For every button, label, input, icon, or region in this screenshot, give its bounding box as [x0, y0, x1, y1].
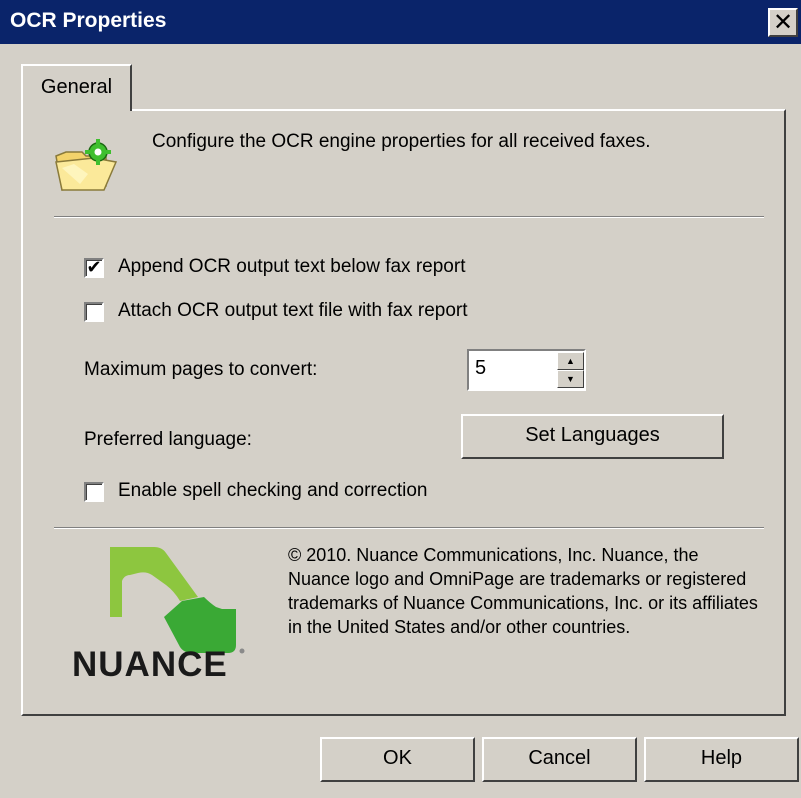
separator — [54, 216, 764, 218]
spell-check-checkbox[interactable] — [84, 482, 104, 502]
max-pages-value[interactable]: 5 — [475, 357, 486, 380]
nuance-logo-text: NUANCE — [72, 645, 228, 683]
arrow-up-icon: ▲ — [566, 356, 575, 366]
append-ocr-checkbox[interactable]: ✔ — [84, 258, 104, 278]
attach-ocr-checkbox[interactable] — [84, 302, 104, 322]
spell-check-label: Enable spell checking and correction — [118, 480, 428, 501]
nuance-logo: NUANCE — [72, 547, 245, 683]
preferred-language-label: Preferred language: — [84, 429, 252, 450]
max-pages-stepper[interactable]: 5 ▲ ▼ — [467, 349, 586, 391]
tab-general[interactable]: General — [21, 64, 132, 111]
max-pages-label: Maximum pages to convert: — [84, 359, 318, 380]
spin-up-button[interactable]: ▲ — [557, 352, 584, 370]
title-bar[interactable]: OCR Properties ✕ — [0, 0, 801, 44]
description-text: Configure the OCR engine properties for … — [152, 131, 651, 152]
help-button[interactable]: Help — [644, 737, 799, 782]
copyright-text: © 2010. Nuance Communications, Inc. Nuan… — [288, 545, 758, 637]
spin-down-button[interactable]: ▼ — [557, 370, 584, 388]
append-ocr-label: Append OCR output text below fax report — [118, 256, 466, 277]
separator — [54, 527, 764, 529]
attach-ocr-label: Attach OCR output text file with fax rep… — [118, 300, 468, 321]
window-title: OCR Properties — [10, 9, 167, 32]
close-button[interactable]: ✕ — [768, 8, 798, 37]
arrow-down-icon: ▼ — [566, 374, 575, 384]
ok-button[interactable]: OK — [320, 737, 475, 782]
set-languages-button[interactable]: Set Languages — [461, 414, 724, 459]
cancel-button[interactable]: Cancel — [482, 737, 637, 782]
checkmark-icon: ✔ — [86, 257, 102, 278]
folder-gear-icon — [55, 139, 118, 191]
close-icon: ✕ — [772, 8, 794, 36]
